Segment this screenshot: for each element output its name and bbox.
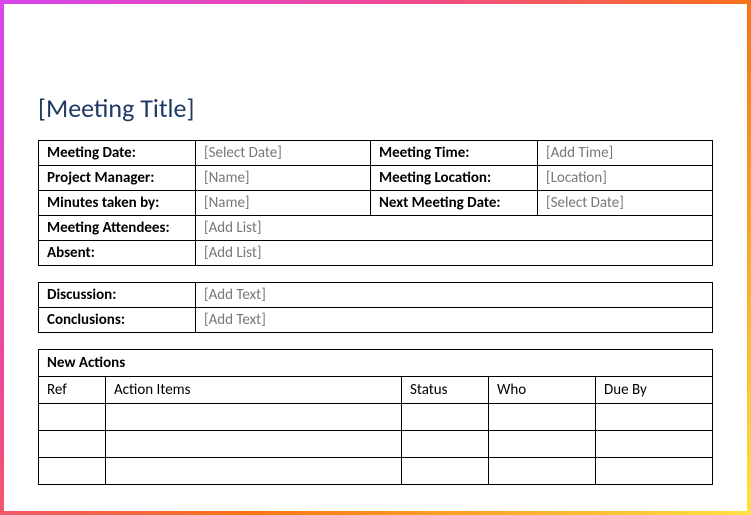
next-meeting-date-label: Next Meeting Date: (371, 191, 538, 216)
meeting-location-field[interactable]: [Location] (538, 166, 713, 191)
table-row: Minutes taken by: [Name] Next Meeting Da… (39, 191, 713, 216)
new-actions-header: New Actions (39, 350, 713, 377)
action-due-cell[interactable] (596, 404, 713, 431)
meeting-attendees-field[interactable]: [Add List] (196, 216, 713, 241)
action-items-cell[interactable] (106, 404, 402, 431)
action-who-cell[interactable] (489, 404, 596, 431)
col-action-items: Action Items (106, 377, 402, 404)
meeting-location-label: Meeting Location: (371, 166, 538, 191)
meeting-attendees-label: Meeting Attendees: (39, 216, 196, 241)
table-row: Meeting Attendees: [Add List] (39, 216, 713, 241)
col-who: Who (489, 377, 596, 404)
new-actions-table: New Actions Ref Action Items Status Who … (38, 349, 713, 485)
meeting-title[interactable]: [Meeting Title] (38, 92, 713, 124)
faint-header (38, 32, 713, 86)
table-row: Meeting Date: [Select Date] Meeting Time… (39, 141, 713, 166)
project-manager-label: Project Manager: (39, 166, 196, 191)
action-who-cell[interactable] (489, 458, 596, 485)
action-ref-cell[interactable] (39, 404, 106, 431)
table-row: Absent: [Add List] (39, 241, 713, 266)
minutes-taken-by-label: Minutes taken by: (39, 191, 196, 216)
col-status: Status (402, 377, 489, 404)
discussion-field[interactable]: [Add Text] (196, 283, 713, 308)
action-status-cell[interactable] (402, 431, 489, 458)
meeting-date-label: Meeting Date: (39, 141, 196, 166)
meeting-date-field[interactable]: [Select Date] (196, 141, 371, 166)
action-due-cell[interactable] (596, 431, 713, 458)
table-row (39, 431, 713, 458)
table-row: New Actions (39, 350, 713, 377)
document-page: [Meeting Title] Meeting Date: [Select Da… (4, 4, 747, 511)
discussion-label: Discussion: (39, 283, 196, 308)
action-items-cell[interactable] (106, 458, 402, 485)
table-row (39, 404, 713, 431)
gradient-frame: [Meeting Title] Meeting Date: [Select Da… (0, 0, 751, 515)
absent-field[interactable]: [Add List] (196, 241, 713, 266)
action-due-cell[interactable] (596, 458, 713, 485)
table-row: Ref Action Items Status Who Due By (39, 377, 713, 404)
absent-label: Absent: (39, 241, 196, 266)
next-meeting-date-field[interactable]: [Select Date] (538, 191, 713, 216)
minutes-taken-by-field[interactable]: [Name] (196, 191, 371, 216)
table-row (39, 458, 713, 485)
meeting-details-table: Meeting Date: [Select Date] Meeting Time… (38, 140, 713, 266)
conclusions-field[interactable]: [Add Text] (196, 308, 713, 333)
discussion-table: Discussion: [Add Text] Conclusions: [Add… (38, 282, 713, 333)
action-status-cell[interactable] (402, 458, 489, 485)
action-items-cell[interactable] (106, 431, 402, 458)
table-row: Project Manager: [Name] Meeting Location… (39, 166, 713, 191)
action-ref-cell[interactable] (39, 431, 106, 458)
table-row: Conclusions: [Add Text] (39, 308, 713, 333)
col-ref: Ref (39, 377, 106, 404)
meeting-time-label: Meeting Time: (371, 141, 538, 166)
conclusions-label: Conclusions: (39, 308, 196, 333)
table-row: Discussion: [Add Text] (39, 283, 713, 308)
action-status-cell[interactable] (402, 404, 489, 431)
action-ref-cell[interactable] (39, 458, 106, 485)
project-manager-field[interactable]: [Name] (196, 166, 371, 191)
meeting-time-field[interactable]: [Add Time] (538, 141, 713, 166)
action-who-cell[interactable] (489, 431, 596, 458)
col-due-by: Due By (596, 377, 713, 404)
